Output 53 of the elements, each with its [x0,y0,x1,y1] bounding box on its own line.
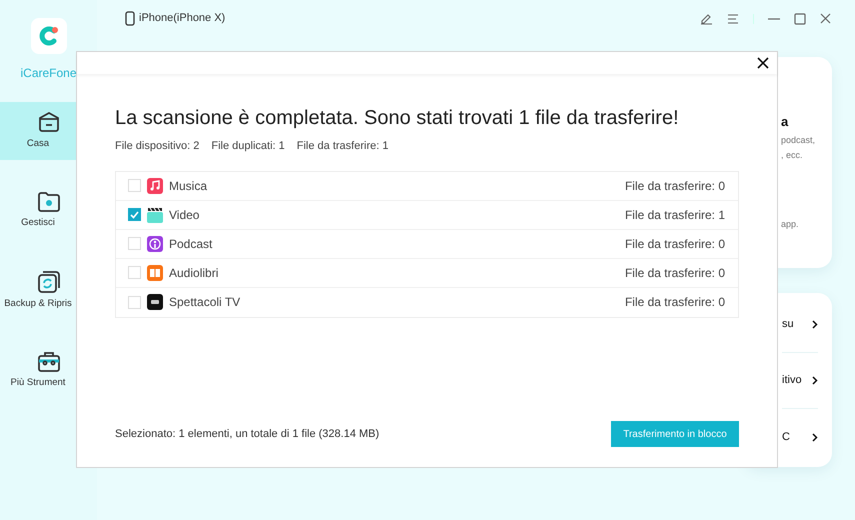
chevron-right-icon [812,320,818,329]
stat-text: File duplicati: 1 [211,139,285,154]
category-name: Spettacoli TV [169,294,240,311]
card-text: , ecc. [781,149,804,162]
pencil-icon[interactable] [700,12,713,25]
minimize-icon[interactable] [768,18,780,20]
selection-summary: Selezionato: 1 elementi, un totale di 1 file (328.14 MB) [115,426,380,442]
category-row[interactable]: Podcast File da trasferire: 0 [116,230,738,258]
option-item[interactable]: su [782,297,818,353]
folder-icon [36,191,60,214]
sidebar-item[interactable]: Gestisci [0,182,97,240]
card-title: a [781,113,790,131]
file-count: File da trasferire: 1 [624,206,725,224]
file-count: File da trasferire: 0 [624,236,725,252]
card-text: app. [781,218,800,231]
dialog-title: La scansione è completata. Sono stati trovati 1 file da trasferire! [115,106,680,131]
maximize-icon[interactable] [794,12,806,24]
toolbox-icon [36,351,60,374]
tv-icon [147,294,163,310]
clapperboard-icon [147,206,163,222]
category-row[interactable]: Audiolibri File da trasferire: 0 [116,258,738,288]
chevron-right-icon [812,432,818,442]
card-text: podcast, [781,134,816,147]
category-name: Video [169,206,200,224]
file-count: File da trasferire: 0 [624,294,725,311]
option-item[interactable]: C [782,409,818,465]
category-row[interactable]: Musica File da trasferire: 0 [116,172,738,200]
book-icon [147,264,163,280]
app-name: iCareFone [20,65,77,82]
close-button[interactable] [755,55,771,71]
device-name: iPhone(iPhone X) [139,11,226,26]
music-note-icon [147,178,163,194]
sidebar-item[interactable]: Backup & Ripris [0,262,97,320]
category-row[interactable]: Spettacoli TV File da trasferire: 0 [116,288,738,316]
chevron-right-icon [812,376,818,385]
category-name: Audiolibri [169,264,218,282]
sidebar-item[interactable]: Più Strument [0,342,97,400]
checkbox[interactable] [128,208,141,221]
phone-icon [125,11,135,26]
category-name: Podcast [169,236,212,252]
home-icon [36,110,60,134]
file-count: File da trasferire: 0 [624,264,725,282]
category-row[interactable]: Video File da trasferire: 1 [116,200,738,230]
category-name: Musica [169,178,208,194]
option-item[interactable]: itivo [782,353,818,409]
stat-text: File dispositivo: 2 [115,139,200,154]
file-count: File da trasferire: 0 [624,178,725,194]
sync-icon [36,270,60,294]
podcast-icon [147,236,163,252]
menu-icon[interactable] [727,14,739,24]
close-icon[interactable] [820,13,831,24]
app-logo [30,18,66,54]
stat-text: File da trasferire: 1 [296,139,388,154]
